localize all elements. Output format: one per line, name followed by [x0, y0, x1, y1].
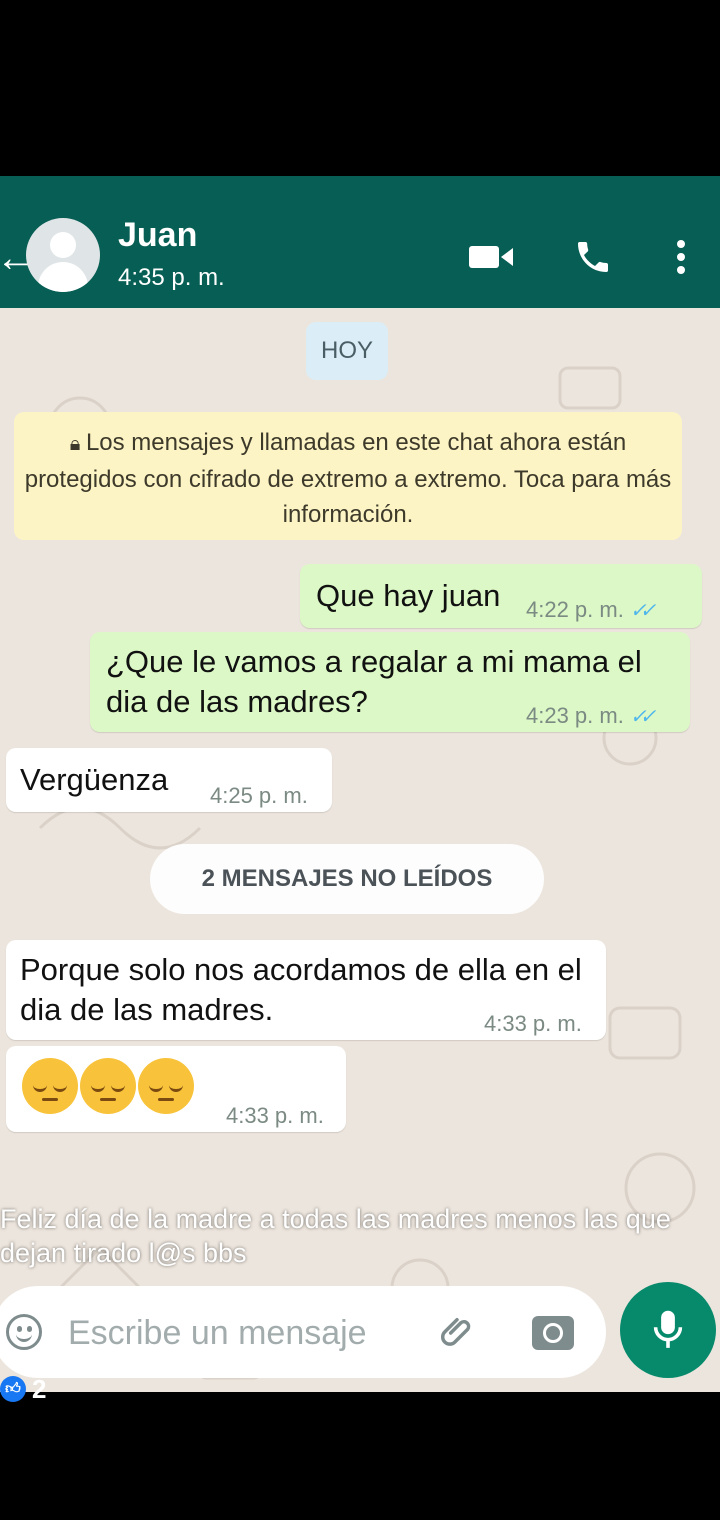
emoji-eye	[169, 1084, 183, 1092]
emoji-mouth	[100, 1098, 116, 1101]
phone-glyph	[578, 242, 608, 272]
chat-header: ← Juan 4:35 p. m.	[0, 188, 720, 308]
pensive-face-icon	[22, 1058, 78, 1114]
dot	[677, 253, 685, 261]
chat-screen: ← Juan 4:35 p. m. HOY 🔒︎ Los mensajes y …	[0, 176, 720, 1392]
microphone-icon	[653, 1310, 683, 1348]
emoji-eye	[91, 1084, 105, 1092]
message-text: Que hay juan	[316, 578, 501, 613]
message-time: 4:25 p. m.	[210, 783, 308, 808]
emoji-eye	[33, 1084, 47, 1092]
emoji-mouth	[42, 1098, 58, 1101]
double-check-icon: ✓✓	[629, 600, 656, 622]
reaction-count: 2	[32, 1373, 47, 1404]
message-bubble-incoming[interactable]: Porque solo nos acordamos de ella en el …	[6, 940, 606, 1040]
unread-messages-divider: 2 MENSAJES NO LEÍDOS	[150, 844, 544, 914]
voice-call-icon[interactable]	[568, 232, 618, 282]
message-composer[interactable]: Escribe un mensaje	[0, 1286, 606, 1378]
avatar-body-shape	[38, 262, 88, 292]
encryption-notice-text: Los mensajes y llamadas en este chat aho…	[24, 429, 672, 528]
last-seen: 4:35 p. m.	[118, 264, 225, 291]
emoji-row	[22, 1058, 194, 1114]
paperclip-icon[interactable]	[438, 1314, 476, 1352]
date-chip: HOY	[306, 322, 388, 380]
pensive-face-icon	[80, 1058, 136, 1114]
camera-lens-shape	[501, 248, 513, 266]
time-label: 4:23 p. m.	[526, 703, 624, 728]
time-label: 4:22 p. m.	[526, 597, 624, 622]
microphone-button[interactable]	[620, 1282, 716, 1378]
reaction-summary[interactable]: 👍︎ 2	[0, 1374, 46, 1404]
camera-icon[interactable]	[532, 1316, 574, 1350]
avatar[interactable]	[26, 218, 100, 292]
emoji-eye	[111, 1084, 125, 1092]
more-options-icon[interactable]	[656, 232, 706, 282]
message-time: 4:33 p. m.	[484, 1011, 582, 1036]
contact-name[interactable]: Juan	[118, 216, 197, 255]
emoji-eye	[53, 1084, 67, 1092]
emoji-mouth	[158, 1098, 174, 1101]
message-input[interactable]: Escribe un mensaje	[68, 1314, 367, 1353]
dots-group	[677, 240, 685, 274]
message-time: 4:23 p. m. ✓✓	[526, 696, 656, 737]
message-time: 4:22 p. m. ✓✓	[526, 590, 656, 631]
message-text: Vergüenza	[20, 762, 169, 797]
message-bubble-incoming[interactable]: 4:33 p. m.	[6, 1046, 346, 1132]
smiley-icon[interactable]	[6, 1314, 42, 1350]
lock-icon: 🔒︎	[69, 433, 86, 455]
overlay-caption: Feliz día de la madre a todas las madres…	[0, 1204, 671, 1268]
message-bubble-outgoing[interactable]: ¿Que le vamos a regalar a mi mama el dia…	[90, 632, 690, 732]
double-check-icon: ✓✓	[629, 706, 656, 728]
message-time: 4:33 p. m.	[226, 1103, 324, 1128]
encryption-notice[interactable]: 🔒︎ Los mensajes y llamadas en este chat …	[14, 412, 682, 540]
dot	[677, 240, 685, 248]
video-call-icon[interactable]	[466, 232, 516, 282]
avatar-head-shape	[50, 232, 76, 258]
pensive-face-icon	[138, 1058, 194, 1114]
emoji-eye	[149, 1084, 163, 1092]
dot	[677, 266, 685, 274]
message-bubble-incoming[interactable]: Vergüenza 4:25 p. m.	[6, 748, 332, 812]
thumbs-up-icon: 👍︎	[0, 1376, 26, 1402]
camera-body-shape	[469, 246, 499, 268]
message-bubble-outgoing[interactable]: Que hay juan 4:22 p. m. ✓✓	[300, 564, 702, 628]
